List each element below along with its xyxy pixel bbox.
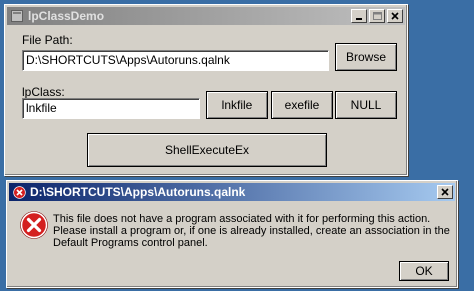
dialog-title: D:\SHORTCUTS\Apps\Autoruns.qalnk: [30, 185, 246, 199]
browse-button[interactable]: Browse: [335, 43, 397, 71]
close-button[interactable]: [387, 9, 403, 23]
error-dialog: D:\SHORTCUTS\Apps\Autoruns.qalnk This fi…: [6, 180, 458, 288]
main-window: lpClassDemo File Path: D:\SHORTCUTS\Apps…: [4, 4, 408, 176]
dialog-titlebar[interactable]: D:\SHORTCUTS\Apps\Autoruns.qalnk: [9, 183, 455, 201]
app-icon: [10, 9, 24, 23]
null-button[interactable]: NULL: [335, 91, 397, 119]
exefile-button[interactable]: exefile: [271, 91, 333, 119]
dialog-close-button[interactable]: [437, 185, 453, 199]
dialog-title-error-icon: [12, 185, 26, 199]
close-icon: [441, 188, 449, 196]
maximize-icon: [372, 12, 382, 20]
file-path-input[interactable]: D:\SHORTCUTS\Apps\Autoruns.qalnk: [22, 50, 329, 71]
lpclass-label: lpClass:: [22, 85, 65, 99]
dialog-message: This file does not have a program associ…: [53, 213, 450, 249]
minimize-icon: [356, 18, 362, 20]
maximize-button[interactable]: [369, 9, 385, 23]
error-icon: [20, 211, 48, 239]
ok-button[interactable]: OK: [399, 261, 449, 281]
file-path-label: File Path:: [22, 33, 73, 47]
lpclass-input[interactable]: lnkfile: [22, 98, 200, 119]
lnkfile-button[interactable]: lnkfile: [206, 91, 268, 119]
main-titlebar[interactable]: lpClassDemo: [7, 7, 405, 25]
minimize-button[interactable]: [351, 9, 367, 23]
shellexecuteex-button[interactable]: ShellExecuteEx: [87, 133, 327, 167]
main-window-title: lpClassDemo: [28, 9, 105, 23]
close-icon: [391, 12, 399, 20]
